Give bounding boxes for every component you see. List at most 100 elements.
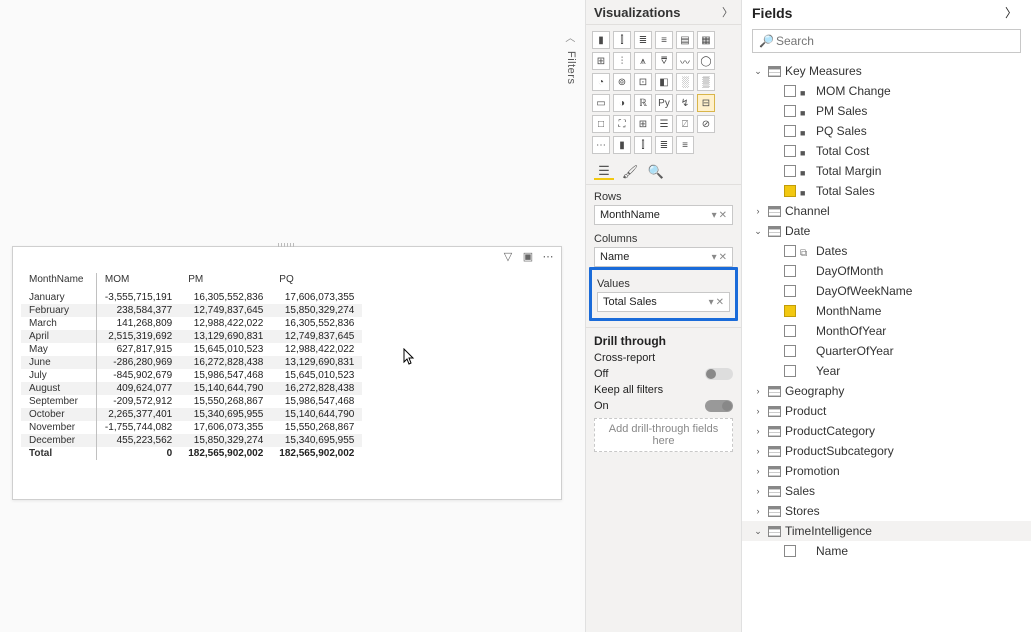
expand-icon[interactable]: ›	[752, 406, 764, 416]
drag-grip-icon[interactable]	[278, 243, 296, 247]
viz-type-icon[interactable]: ⫶	[613, 52, 631, 70]
field-checkbox[interactable]	[784, 305, 796, 317]
field-checkbox[interactable]	[784, 185, 796, 197]
table-row[interactable]: April2,515,319,69213,129,690,83112,749,8…	[21, 330, 362, 343]
field-checkbox[interactable]	[784, 325, 796, 337]
expand-icon[interactable]: ›	[752, 386, 764, 396]
table-row[interactable]: December455,223,56215,850,329,27415,340,…	[21, 434, 362, 447]
field-dayofweekname[interactable]: DayOfWeekName	[742, 281, 1031, 301]
chevron-right-icon[interactable]: 〉	[1001, 4, 1021, 21]
table-productcategory[interactable]: ›ProductCategory	[742, 421, 1031, 441]
filter-icon[interactable]: ▽	[501, 249, 515, 263]
field-quarterofyear[interactable]: QuarterOfYear	[742, 341, 1031, 361]
field-checkbox[interactable]	[784, 105, 796, 117]
table-product[interactable]: ›Product	[742, 401, 1031, 421]
table-timeintelligence[interactable]: ⌄TimeIntelligence	[742, 521, 1031, 541]
viz-type-icon[interactable]: ◑	[613, 94, 631, 112]
table-productsubcategory[interactable]: ›ProductSubcategory	[742, 441, 1031, 461]
expand-icon[interactable]: ›	[752, 206, 764, 216]
field-checkbox[interactable]	[784, 85, 796, 97]
expand-icon[interactable]: ›	[752, 466, 764, 476]
viz-type-icon[interactable]: Py	[655, 94, 673, 112]
field-mom change[interactable]: MOM Change	[742, 81, 1031, 101]
drillthrough-dropzone[interactable]: Add drill-through fields here	[594, 418, 733, 452]
viz-type-icon[interactable]: 〰	[676, 52, 694, 70]
table-row[interactable]: June-286,280,96916,272,828,43813,129,690…	[21, 356, 362, 369]
viz-type-icon[interactable]: ▮	[592, 31, 610, 49]
table-promotion[interactable]: ›Promotion	[742, 461, 1031, 481]
rows-well-item[interactable]: MonthName ▾ ✕	[594, 205, 733, 225]
table-row[interactable]: May627,817,91515,645,010,52312,988,422,0…	[21, 343, 362, 356]
viz-type-icon[interactable]: ▮	[613, 136, 631, 154]
field-pm sales[interactable]: PM Sales	[742, 101, 1031, 121]
field-checkbox[interactable]	[784, 125, 796, 137]
field-checkbox[interactable]	[784, 245, 796, 257]
viz-type-icon[interactable]: ⊞	[634, 115, 652, 133]
field-checkbox[interactable]	[784, 145, 796, 157]
viz-type-icon[interactable]: ⊡	[634, 73, 652, 91]
column-header[interactable]: PM	[180, 273, 271, 291]
field-pq sales[interactable]: PQ Sales	[742, 121, 1031, 141]
table-row[interactable]: October2,265,377,40115,340,695,95515,140…	[21, 408, 362, 421]
report-canvas[interactable]: 〈 Filters ▽ ▣ ⋯ MonthNameMOMPMPQ January…	[0, 0, 585, 632]
viz-type-icon[interactable]: ⫿	[634, 136, 652, 154]
viz-type-icon[interactable]: ≣	[634, 31, 652, 49]
field-checkbox[interactable]	[784, 365, 796, 377]
field-monthofyear[interactable]: MonthOfYear	[742, 321, 1031, 341]
viz-type-icon[interactable]: ≡	[676, 136, 694, 154]
expand-icon[interactable]: ⌄	[752, 526, 764, 537]
column-header[interactable]: PQ	[271, 273, 362, 291]
viz-type-icon[interactable]: ⊘	[697, 115, 715, 133]
filters-pane-collapsed[interactable]: 〈 Filters	[565, 30, 577, 84]
viz-type-icon[interactable]: ◧	[655, 73, 673, 91]
column-header[interactable]: MOM	[96, 273, 180, 291]
viz-type-icon[interactable]: ⊟	[697, 94, 715, 112]
fields-search[interactable]: 🔎	[752, 29, 1021, 53]
viz-type-icon[interactable]: ▭	[592, 94, 610, 112]
viz-type-icon[interactable]: ↯	[676, 94, 694, 112]
viz-type-icon[interactable]: ⍁	[676, 115, 694, 133]
values-well-item[interactable]: Total Sales ▾ ✕	[597, 292, 730, 312]
expand-icon[interactable]: ›	[752, 486, 764, 496]
close-icon[interactable]: ✕	[719, 252, 727, 263]
expand-icon[interactable]: ›	[752, 426, 764, 436]
search-input[interactable]	[774, 33, 1014, 49]
field-year[interactable]: Year	[742, 361, 1031, 381]
field-checkbox[interactable]	[784, 345, 796, 357]
matrix-visual[interactable]: ▽ ▣ ⋯ MonthNameMOMPMPQ January-3,555,715…	[12, 246, 562, 500]
table-row[interactable]: August409,624,07715,140,644,79016,272,82…	[21, 382, 362, 395]
table-stores[interactable]: ›Stores	[742, 501, 1031, 521]
cross-report-toggle[interactable]	[705, 368, 733, 380]
chevron-down-icon[interactable]: ▾	[712, 210, 717, 221]
chevron-right-icon[interactable]: 〉	[722, 4, 733, 20]
field-dates[interactable]: Dates	[742, 241, 1031, 261]
close-icon[interactable]: ✕	[719, 210, 727, 221]
viz-type-icon[interactable]: ⋯	[592, 136, 610, 154]
expand-icon[interactable]: ›	[752, 446, 764, 456]
viz-type-icon[interactable]: ⊞	[592, 52, 610, 70]
viz-type-icon[interactable]: ░	[676, 73, 694, 91]
field-checkbox[interactable]	[784, 165, 796, 177]
keep-filters-toggle[interactable]	[705, 400, 733, 412]
viz-type-icon[interactable]: ≣	[655, 136, 673, 154]
field-checkbox[interactable]	[784, 265, 796, 277]
viz-type-icon[interactable]: ⫿	[613, 31, 631, 49]
viz-type-icon[interactable]: ⩢	[655, 52, 673, 70]
table-row[interactable]: July-845,902,67915,986,547,46815,645,010…	[21, 369, 362, 382]
field-checkbox[interactable]	[784, 545, 796, 557]
viz-type-icon[interactable]: ⛶	[613, 115, 631, 133]
field-monthname[interactable]: MonthName	[742, 301, 1031, 321]
field-total sales[interactable]: Total Sales	[742, 181, 1031, 201]
table-row[interactable]: February238,584,37712,749,837,64515,850,…	[21, 304, 362, 317]
viz-type-icon[interactable]: ◔	[592, 73, 610, 91]
table-key measures[interactable]: ⌄Key Measures	[742, 61, 1031, 81]
analytics-tab-icon[interactable]: 🔍	[646, 164, 666, 180]
expand-icon[interactable]: ›	[752, 506, 764, 516]
field-total margin[interactable]: Total Margin	[742, 161, 1031, 181]
table-row[interactable]: January-3,555,715,19116,305,552,83617,60…	[21, 291, 362, 304]
expand-icon[interactable]: ⌄	[752, 66, 764, 77]
table-date[interactable]: ⌄Date	[742, 221, 1031, 241]
field-checkbox[interactable]	[784, 285, 796, 297]
focus-icon[interactable]: ▣	[521, 249, 535, 263]
viz-type-icon[interactable]: ⊚	[613, 73, 631, 91]
